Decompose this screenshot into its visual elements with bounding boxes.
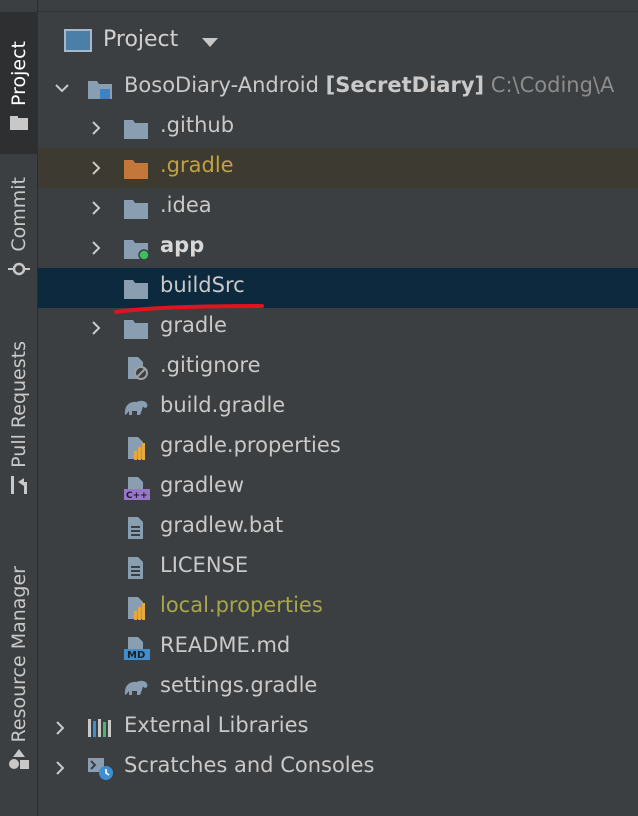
tree-item-app[interactable]: app xyxy=(38,228,638,268)
root-module-name: [SecretDiary] xyxy=(325,73,485,97)
properties-file-icon xyxy=(128,437,145,460)
tab-commit[interactable]: Commit xyxy=(0,168,38,286)
tree-item-label: LICENSE xyxy=(160,553,249,577)
text-file-icon xyxy=(128,517,143,539)
gradle-elephant-icon xyxy=(124,400,148,415)
excluded-folder-icon xyxy=(124,160,148,179)
tree-item-label: gradlew.bat xyxy=(160,513,284,537)
tree-item-license[interactable]: LICENSE xyxy=(38,548,638,588)
tree-item-gitignore[interactable]: .gitignore xyxy=(38,348,638,388)
tree-item-settings-gradle[interactable]: settings.gradle xyxy=(38,668,638,708)
tree-item-label: .gitignore xyxy=(160,353,261,377)
cpp-badge: C++ xyxy=(126,491,148,501)
scratches-icon xyxy=(88,758,113,780)
tree-item-label: local.properties xyxy=(160,593,323,617)
root-project-path: C:\Coding\A xyxy=(490,73,615,97)
project-view-header: Project xyxy=(38,12,638,68)
tree-item-label: settings.gradle xyxy=(160,673,318,697)
folder-icon xyxy=(124,280,148,299)
top-border xyxy=(38,0,638,12)
tab-resource-manager-label: Resource Manager xyxy=(8,565,30,742)
tab-project[interactable]: Project xyxy=(0,12,38,154)
pull-request-icon xyxy=(8,474,30,496)
library-icon xyxy=(88,719,111,737)
folder-icon xyxy=(8,112,30,134)
text-file-icon xyxy=(128,557,143,579)
tab-pull-requests[interactable]: Pull Requests xyxy=(0,322,38,498)
chevron-right-icon[interactable] xyxy=(88,240,104,256)
chevron-right-icon[interactable] xyxy=(52,720,68,736)
chevron-right-icon[interactable] xyxy=(88,320,104,336)
module-folder-icon xyxy=(88,81,112,99)
tool-window-strip: Project Commit Pull Requests Resource Ma… xyxy=(0,0,38,816)
red-underline-annotation xyxy=(114,304,264,314)
android-module-folder-icon xyxy=(124,240,150,261)
tree-item-label: README.md xyxy=(160,633,291,657)
tree-item-local-properties[interactable]: local.properties xyxy=(38,588,638,628)
tree-item-idea[interactable]: .idea xyxy=(38,188,638,228)
view-selector-title[interactable]: Project xyxy=(103,27,178,52)
tree-item-label: gradlew xyxy=(160,473,245,497)
chevron-right-icon[interactable] xyxy=(88,160,104,176)
commit-icon xyxy=(8,258,30,280)
root-project-name: BosoDiary-Android xyxy=(124,73,319,97)
tab-resource-manager[interactable]: Resource Manager xyxy=(0,536,38,774)
tree-item-label: External Libraries xyxy=(124,713,309,737)
tab-pull-requests-label: Pull Requests xyxy=(8,341,30,468)
md-badge: MD xyxy=(127,650,146,661)
tree-item-gradlew[interactable]: C++ gradlew xyxy=(38,468,638,508)
tree-item-label: app xyxy=(160,233,205,257)
tree-item-gradle-properties[interactable]: gradle.properties xyxy=(38,428,638,468)
tree-item-readme[interactable]: MD README.md xyxy=(38,628,638,668)
folder-icon xyxy=(124,200,148,219)
folder-icon xyxy=(124,320,148,339)
tree-item-label: .idea xyxy=(160,193,212,217)
folder-icon xyxy=(124,120,148,139)
tree-item-github[interactable]: .github xyxy=(38,108,638,148)
tab-project-label: Project xyxy=(8,40,30,106)
chevron-right-icon[interactable] xyxy=(52,760,68,776)
chevron-down-icon[interactable] xyxy=(202,38,218,47)
tree-item-label: buildSrc xyxy=(160,273,245,297)
properties-file-icon xyxy=(128,597,145,620)
tree-item-scratches[interactable]: Scratches and Consoles xyxy=(38,748,638,788)
tree-item-label: .gradle xyxy=(160,153,234,177)
chevron-right-icon[interactable] xyxy=(88,120,104,136)
tree-item-build-gradle[interactable]: build.gradle xyxy=(38,388,638,428)
gradle-elephant-icon xyxy=(124,680,148,695)
chevron-down-icon[interactable] xyxy=(54,80,70,96)
tree-item-label: gradle xyxy=(160,313,227,337)
tree-item-external-libraries[interactable]: External Libraries xyxy=(38,708,638,748)
root-project-label: BosoDiary-Android [SecretDiary] C:\Codin… xyxy=(124,73,614,97)
tree-item-label: gradle.properties xyxy=(160,433,341,457)
tree-item-gradlew-bat[interactable]: gradlew.bat xyxy=(38,508,638,548)
tree-item-label: .github xyxy=(160,113,235,137)
chevron-right-icon[interactable] xyxy=(88,200,104,216)
project-window-icon xyxy=(64,29,92,52)
tree-root-row[interactable]: BosoDiary-Android [SecretDiary] C:\Codin… xyxy=(38,68,638,108)
tree-item-label: build.gradle xyxy=(160,393,286,417)
tree-item-label: Scratches and Consoles xyxy=(124,753,375,777)
tab-commit-label: Commit xyxy=(8,177,30,252)
ignore-file-icon xyxy=(128,357,148,380)
tree-item-gradle-cache[interactable]: .gradle xyxy=(38,148,638,188)
resource-manager-icon xyxy=(8,748,30,770)
